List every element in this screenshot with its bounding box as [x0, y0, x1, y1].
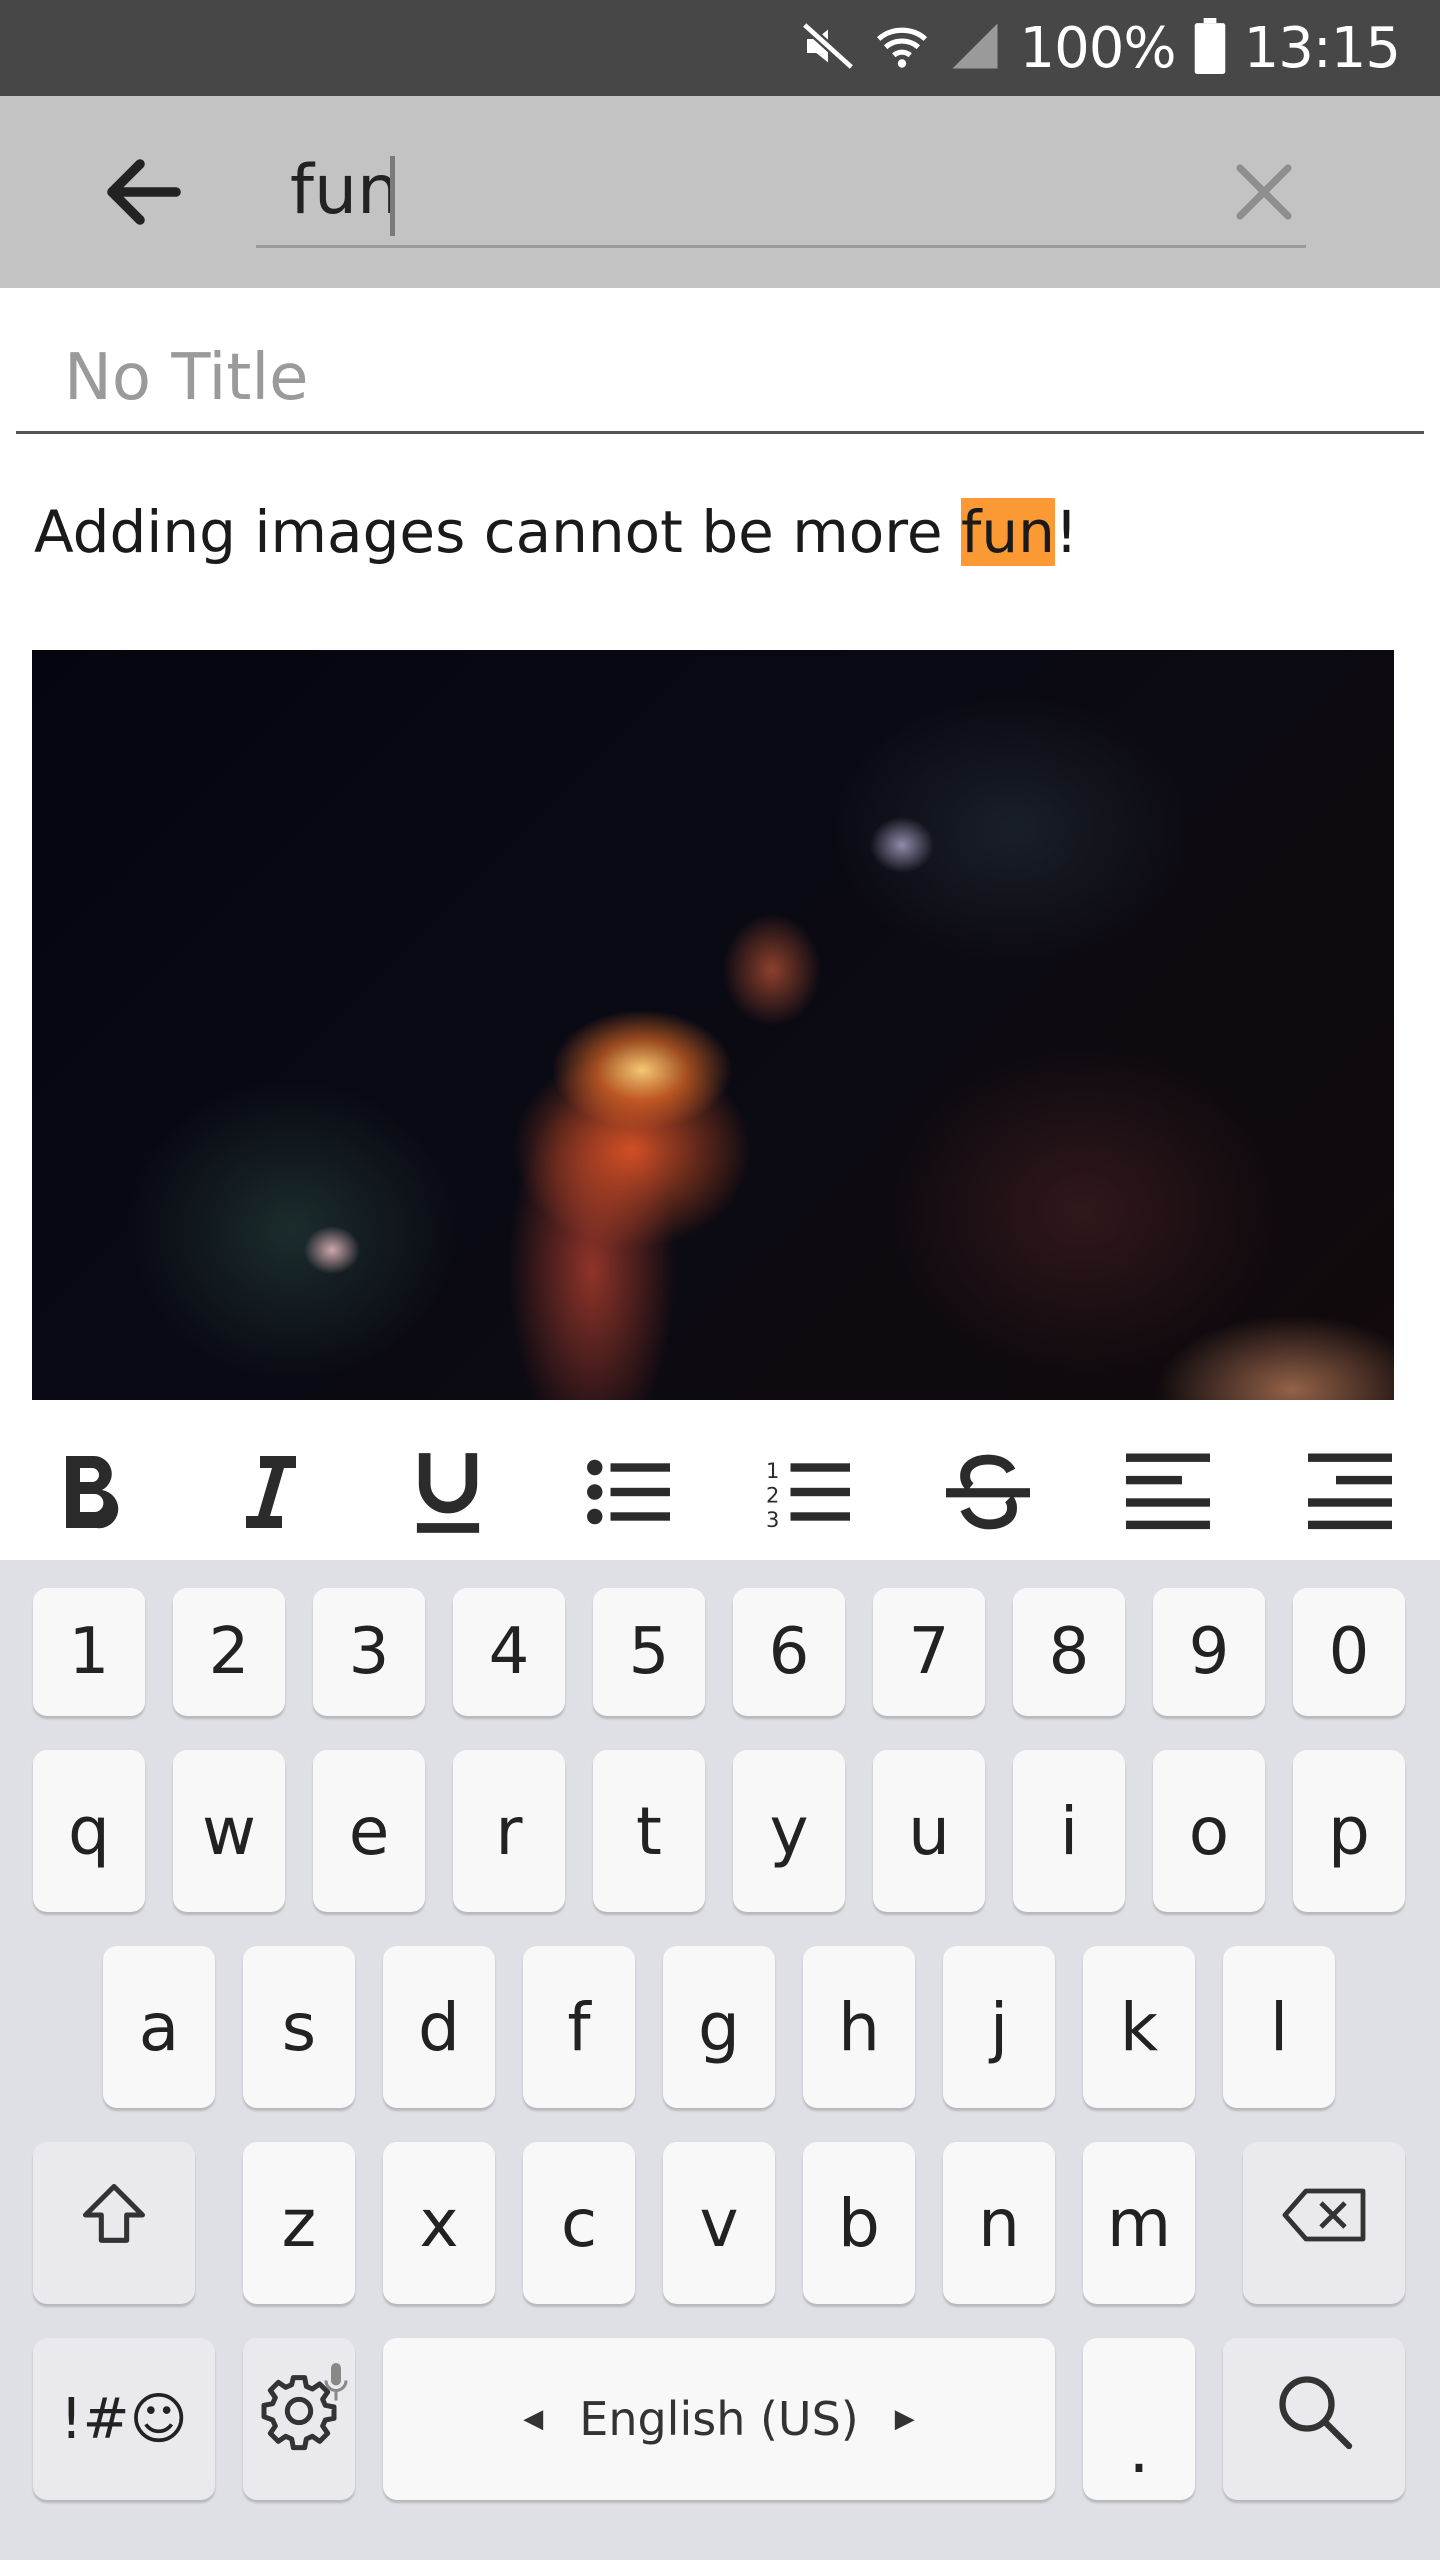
signal-icon	[948, 19, 1002, 77]
search-input[interactable]	[256, 136, 1306, 248]
language-next-icon: ▶	[894, 2404, 915, 2434]
wifi-icon	[874, 18, 930, 78]
battery-percent: 100%	[1019, 15, 1177, 81]
key-z[interactable]: z	[243, 2142, 355, 2304]
key-a[interactable]: a	[103, 1946, 215, 2108]
key-l[interactable]: l	[1223, 1946, 1335, 2108]
backspace-icon	[1279, 2183, 1369, 2263]
key-h[interactable]: h	[803, 1946, 915, 2108]
backspace-key[interactable]	[1243, 2142, 1405, 2304]
keyboard: 1 2 3 4 5 6 7 8 9 0 q w e r t y u i o p …	[0, 1560, 1440, 2560]
bullet-list-icon[interactable]	[578, 1442, 678, 1542]
numbered-list-icon[interactable]: 123	[758, 1442, 858, 1542]
note-title-field[interactable]: No Title	[16, 318, 1424, 434]
key-i[interactable]: i	[1013, 1750, 1125, 1912]
key-m[interactable]: m	[1083, 2142, 1195, 2304]
period-label: .	[1128, 2410, 1150, 2488]
key-s[interactable]: s	[243, 1946, 355, 2108]
clock: 13:15	[1243, 15, 1401, 81]
align-left-icon[interactable]	[1118, 1442, 1218, 1542]
key-0[interactable]: 0	[1293, 1588, 1405, 1716]
key-6[interactable]: 6	[733, 1588, 845, 1716]
svg-text:1: 1	[766, 1459, 779, 1483]
key-4[interactable]: 4	[453, 1588, 565, 1716]
key-3[interactable]: 3	[313, 1588, 425, 1716]
key-2[interactable]: 2	[173, 1588, 285, 1716]
key-k[interactable]: k	[1083, 1946, 1195, 2108]
battery-icon	[1194, 18, 1226, 78]
period-key[interactable]: .	[1083, 2338, 1195, 2500]
key-9[interactable]: 9	[1153, 1588, 1265, 1716]
underline-icon[interactable]	[398, 1442, 498, 1542]
key-f[interactable]: f	[523, 1946, 635, 2108]
search-highlight: fun	[960, 498, 1055, 566]
space-language-label: English (US)	[579, 2392, 859, 2446]
key-r[interactable]: r	[453, 1750, 565, 1912]
key-j[interactable]: j	[943, 1946, 1055, 2108]
key-5[interactable]: 5	[593, 1588, 705, 1716]
microphone-icon	[323, 2342, 349, 2419]
key-p[interactable]: p	[1293, 1750, 1405, 1912]
key-y[interactable]: y	[733, 1750, 845, 1912]
key-g[interactable]: g	[663, 1946, 775, 2108]
text-caret	[390, 156, 395, 236]
svg-text:2: 2	[766, 1484, 779, 1508]
note-body-text[interactable]: Adding images cannot be more fun!	[34, 498, 1078, 566]
body-text-prefix: Adding images cannot be more	[34, 498, 961, 566]
settings-key[interactable]	[243, 2338, 355, 2500]
align-right-icon[interactable]	[1300, 1442, 1400, 1542]
key-o[interactable]: o	[1153, 1750, 1265, 1912]
key-c[interactable]: c	[523, 2142, 635, 2304]
key-u[interactable]: u	[873, 1750, 985, 1912]
formatting-toolbar: 123	[0, 1430, 1440, 1560]
key-v[interactable]: v	[663, 2142, 775, 2304]
key-e[interactable]: e	[313, 1750, 425, 1912]
search-bar	[0, 96, 1440, 288]
search-key[interactable]	[1223, 2338, 1405, 2500]
mute-icon	[800, 18, 856, 78]
key-8[interactable]: 8	[1013, 1588, 1125, 1716]
back-arrow-icon[interactable]	[96, 144, 192, 240]
key-d[interactable]: d	[383, 1946, 495, 2108]
italic-icon[interactable]	[218, 1442, 318, 1542]
search-icon	[1272, 2369, 1356, 2469]
bold-icon[interactable]	[40, 1442, 140, 1542]
body-text-suffix: !	[1054, 498, 1079, 566]
status-bar: 100% 13:15	[0, 0, 1440, 96]
symbols-key[interactable]: !#☺	[33, 2338, 215, 2500]
strikethrough-icon[interactable]	[938, 1442, 1038, 1542]
shift-icon	[76, 2177, 152, 2269]
key-q[interactable]: q	[33, 1750, 145, 1912]
svg-text:3: 3	[766, 1508, 779, 1528]
space-key[interactable]: ◀ English (US) ▶	[383, 2338, 1055, 2500]
key-1[interactable]: 1	[33, 1588, 145, 1716]
shift-key[interactable]	[33, 2142, 195, 2304]
key-7[interactable]: 7	[873, 1588, 985, 1716]
key-b[interactable]: b	[803, 2142, 915, 2304]
key-w[interactable]: w	[173, 1750, 285, 1912]
key-x[interactable]: x	[383, 2142, 495, 2304]
clear-search-icon[interactable]	[1228, 156, 1300, 228]
key-t[interactable]: t	[593, 1750, 705, 1912]
language-prev-icon: ◀	[523, 2404, 544, 2434]
note-image[interactable]	[32, 650, 1394, 1400]
key-n[interactable]: n	[943, 2142, 1055, 2304]
